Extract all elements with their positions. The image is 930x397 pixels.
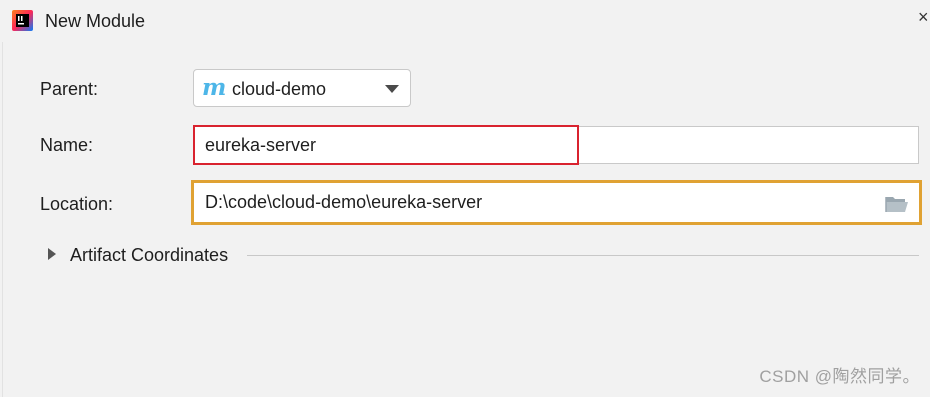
close-icon[interactable]: × [918, 6, 930, 28]
parent-select[interactable]: m cloud-demo [193, 69, 411, 107]
name-label: Name: [40, 135, 94, 155]
parent-label: Parent: [40, 79, 99, 99]
expand-arrow-icon[interactable] [48, 248, 56, 260]
window-title: New Module [45, 11, 146, 31]
watermark: CSDN @陶然同学。 [759, 367, 920, 386]
location-label: Location: [40, 194, 114, 214]
section-divider [247, 255, 919, 256]
maven-module-icon: m [202, 74, 227, 101]
window-border [2, 42, 3, 397]
artifact-coordinates-toggle[interactable]: Artifact Coordinates [70, 244, 228, 266]
name-input-value[interactable]: eureka-server [205, 134, 316, 156]
parent-select-value: cloud-demo [232, 79, 327, 99]
folder-icon[interactable] [885, 194, 909, 214]
location-input-value[interactable]: D:\code\cloud-demo\eureka-server [205, 191, 482, 213]
intellij-idea-icon [12, 10, 33, 31]
chevron-down-icon[interactable] [385, 85, 399, 93]
title-bar: New Module × [0, 0, 930, 42]
